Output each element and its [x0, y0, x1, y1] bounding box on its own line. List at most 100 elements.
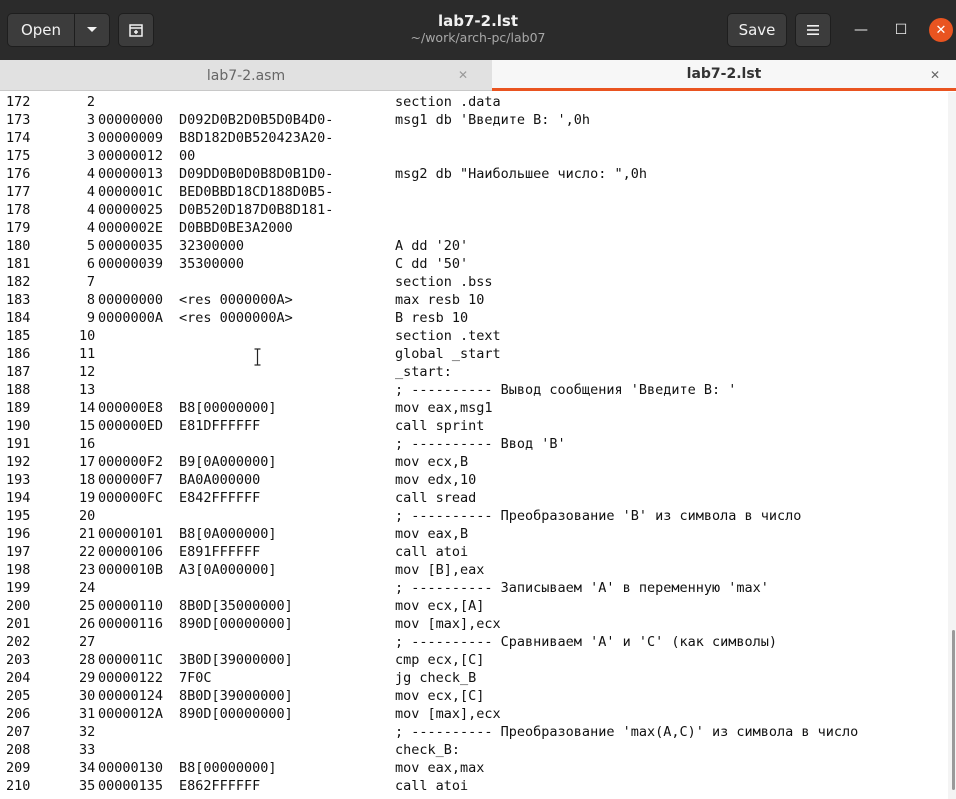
source-line-number: 31	[79, 706, 96, 722]
listing-line[interactable]: 183 8 00000000 <res 0000000A> max resb 10	[0, 291, 948, 309]
listing-line[interactable]: 187 12 _start:	[0, 363, 948, 381]
source-line-number: 25	[79, 598, 96, 614]
listing-line[interactable]: 208 33 check_B:	[0, 741, 948, 759]
listing-line[interactable]: 191 16 ; ---------- Ввод 'B'	[0, 435, 948, 453]
source-line-number: 30	[79, 688, 96, 704]
machine-code: 7F0C	[179, 670, 212, 686]
source-line-number: 16	[79, 436, 96, 452]
listing-line[interactable]: 203 28 0000011C 3B0D[39000000] cmp ecx,[C]	[0, 651, 948, 669]
text-editor[interactable]: 172 2 section .data 173 3 00000000 D092D0B2D0B…	[0, 92, 948, 799]
listing-line[interactable]: 186 11 global _start	[0, 345, 948, 363]
address: 0000000A	[98, 310, 164, 326]
listing-line[interactable]: 194 19 000000FC E842FFFFFF call sread	[0, 489, 948, 507]
source-code: jg check_B	[395, 670, 477, 686]
listing-line[interactable]: 197 22 00000106 E891FFFFFF call atoi	[0, 543, 948, 561]
listing-line[interactable]: 198 23 0000010B A3[0A000000] mov [B],eax	[0, 561, 948, 579]
tab-lab7-2-asm[interactable]: lab7-2.asm ✕	[0, 60, 492, 91]
listing-line[interactable]: 199 24 ; ---------- Записываем 'A' в перем…	[0, 579, 948, 597]
listing-line[interactable]: 177 4 0000001C BED0BBD18CD188D0B5-	[0, 183, 948, 201]
line-number: 174	[6, 130, 31, 146]
source-code: section .text	[395, 328, 501, 344]
listing-line[interactable]: 193 18 000000F7 BA0A000000 mov edx,10	[0, 471, 948, 489]
scrollbar-thumb[interactable]	[952, 630, 955, 790]
machine-code: 32300000	[179, 238, 245, 254]
listing-line[interactable]: 178 4 00000025 D0B520D187D0B8D181-	[0, 201, 948, 219]
source-code: mov ecx,[C]	[395, 688, 485, 704]
source-code: C dd '50'	[395, 256, 469, 272]
maximize-button[interactable]: ☐	[889, 18, 913, 42]
listing-line[interactable]: 210 35 00000135 E862FFFFFF call atoi	[0, 777, 948, 795]
listing-line[interactable]: 181 6 00000039 35300000 C dd '50'	[0, 255, 948, 273]
listing-line[interactable]: 174 3 00000009 B8D182D0B520423A20-	[0, 129, 948, 147]
listing-line[interactable]: 195 20 ; ---------- Преобразование 'B' из …	[0, 507, 948, 525]
line-number: 204	[6, 670, 31, 686]
listing-line[interactable]: 173 3 00000000 D092D0B2D0B5D0B4D0- msg1 db '…	[0, 111, 948, 129]
machine-code: 8B0D[39000000]	[179, 688, 293, 704]
tab-close-icon[interactable]: ✕	[927, 67, 943, 83]
listing-line[interactable]: 205 30 00000124 8B0D[39000000] mov ecx,[C]	[0, 687, 948, 705]
source-line-number: 35	[79, 778, 96, 794]
source-code: mov [max],ecx	[395, 616, 501, 632]
listing-line[interactable]: 207 32 ; ---------- Преобразование 'max(A,…	[0, 723, 948, 741]
tab-label: lab7-2.lst	[686, 66, 762, 82]
listing-line[interactable]: 184 9 0000000A <res 0000000A> B resb 10	[0, 309, 948, 327]
listing-line[interactable]: 175 3 00000012 00	[0, 147, 948, 165]
machine-code: D0BBD0BE3A2000	[179, 220, 293, 236]
open-menu-button[interactable]	[74, 13, 110, 47]
listing-line[interactable]: 206 31 0000012A 890D[00000000] mov [max],ecx	[0, 705, 948, 723]
save-button[interactable]: Save	[727, 13, 787, 47]
source-code: mov eax,msg1	[395, 400, 493, 416]
machine-code: BED0BBD18CD188D0B5-	[179, 184, 334, 200]
source-code: cmp ecx,[C]	[395, 652, 485, 668]
open-button[interactable]: Open	[7, 13, 75, 47]
new-window-button[interactable]	[118, 13, 154, 47]
main-menu-button[interactable]	[795, 13, 831, 47]
listing-line[interactable]: 204 29 00000122 7F0C jg check_B	[0, 669, 948, 687]
listing-line[interactable]: 185 10 section .text	[0, 327, 948, 345]
source-line-number: 4	[86, 184, 95, 200]
new-window-icon	[129, 24, 143, 37]
machine-code: D092D0B2D0B5D0B4D0-	[179, 112, 334, 128]
line-number: 193	[6, 472, 31, 488]
close-icon: ✕	[935, 22, 947, 38]
listing-line[interactable]: 209 34 00000130 B8[00000000] mov eax,max	[0, 759, 948, 777]
source-code: mov eax,max	[395, 760, 485, 776]
machine-code: <res 0000000A>	[179, 292, 293, 308]
listing-line[interactable]: 201 26 00000116 890D[00000000] mov [max],ecx	[0, 615, 948, 633]
listing-line[interactable]: 182 7 section .bss	[0, 273, 948, 291]
line-number: 190	[6, 418, 31, 434]
source-line-number: 2	[86, 94, 95, 110]
listing-line[interactable]: 200 25 00000110 8B0D[35000000] mov ecx,[A]	[0, 597, 948, 615]
line-number: 194	[6, 490, 31, 506]
address: 00000013	[98, 166, 164, 182]
listing-line[interactable]: 189 14 000000E8 B8[00000000] mov eax,msg1	[0, 399, 948, 417]
listing-line[interactable]: 190 15 000000ED E81DFFFFFF call sprint	[0, 417, 948, 435]
address: 000000E8	[98, 400, 164, 416]
source-code: call atoi	[395, 544, 469, 560]
listing-line[interactable]: 196 21 00000101 B8[0A000000] mov eax,B	[0, 525, 948, 543]
listing-line[interactable]: 179 4 0000002E D0BBD0BE3A2000	[0, 219, 948, 237]
listing-line[interactable]: 180 5 00000035 32300000 A dd '20'	[0, 237, 948, 255]
source-code: A dd '20'	[395, 238, 469, 254]
address: 00000009	[98, 130, 164, 146]
listing-line[interactable]: 202 27 ; ---------- Сравниваем 'A' и 'C' (…	[0, 633, 948, 651]
address: 0000010B	[98, 562, 164, 578]
machine-code: 890D[00000000]	[179, 706, 293, 722]
tab-lab7-2-lst[interactable]: lab7-2.lst ✕	[492, 60, 956, 91]
source-line-number: 8	[86, 292, 95, 308]
machine-code: E81DFFFFFF	[179, 418, 261, 434]
source-code: mov ecx,B	[395, 454, 469, 470]
close-window-button[interactable]: ✕	[929, 18, 953, 42]
minimize-button[interactable]: —	[849, 18, 873, 42]
line-number: 173	[6, 112, 31, 128]
address: 00000130	[98, 760, 164, 776]
listing-line[interactable]: 176 4 00000013 D09DD0B0D0B8D0B1D0- msg2 db "…	[0, 165, 948, 183]
source-line-number: 7	[86, 274, 95, 290]
listing-line[interactable]: 192 17 000000F2 B9[0A000000] mov ecx,B	[0, 453, 948, 471]
source-line-number: 14	[79, 400, 96, 416]
save-button-label: Save	[738, 21, 776, 39]
listing-line[interactable]: 188 13 ; ---------- Вывод сообщения 'Введи…	[0, 381, 948, 399]
line-number: 191	[6, 436, 31, 452]
tab-close-icon[interactable]: ✕	[455, 67, 471, 83]
listing-line[interactable]: 172 2 section .data	[0, 93, 948, 111]
